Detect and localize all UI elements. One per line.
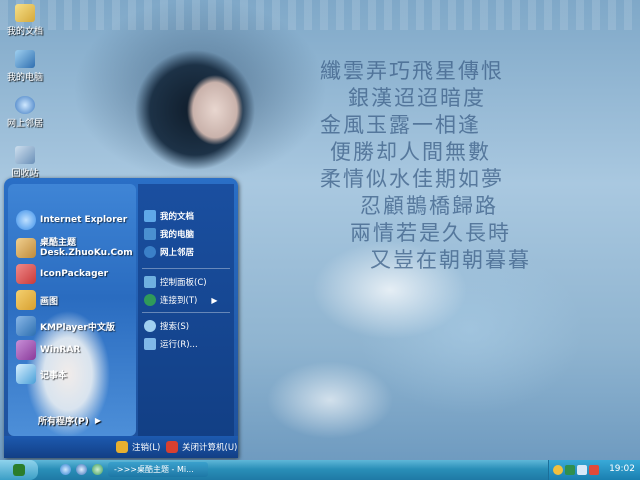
logoff-label: 注销(L) (132, 443, 161, 453)
all-programs-button[interactable]: 所有程序(P) ▶ (38, 414, 101, 427)
recycle-bin-icon (15, 146, 35, 164)
folder-documents-icon (15, 4, 35, 22)
network-places-icon (144, 246, 156, 258)
poem-line: 纖雲弄巧飛星傳恨 (320, 59, 504, 83)
place-label: 我的文档 (160, 212, 195, 222)
place-label: 运行(R)... (160, 340, 198, 350)
network-icon (15, 96, 35, 114)
security-icon[interactable] (589, 465, 599, 475)
program-kmplayer[interactable]: KMPlayer中文版 (16, 316, 115, 336)
kmplayer-icon (16, 316, 36, 336)
program-label: 桌酷主题 (40, 238, 77, 248)
program-label: KMPlayer中文版 (40, 322, 115, 333)
run-icon (144, 338, 156, 350)
iconpackager-icon (16, 264, 36, 284)
search-icon (144, 320, 156, 332)
place-label: 搜索(S) (160, 322, 190, 332)
internet-explorer-icon (16, 210, 36, 230)
desktop-icon-label: 我的文档 (6, 27, 43, 37)
program-label: Internet Explorer (40, 215, 128, 225)
poem-line: 兩情若是久長時 (350, 221, 511, 245)
start-button[interactable] (0, 460, 38, 480)
logoff-button[interactable]: 注销(L) (116, 441, 160, 453)
poem-line: 金風玉露一相逢 (320, 113, 481, 137)
place-label: 连接到(T) (160, 296, 198, 306)
place-control-panel[interactable]: 控制面板(C) (144, 276, 207, 288)
windows-logo-icon (13, 464, 25, 476)
place-connect-to[interactable]: 连接到(T) ▶ (144, 294, 217, 306)
program-notepad[interactable]: 记事本 (16, 364, 67, 384)
system-tray: 19:02 (548, 460, 640, 480)
place-label: 我的电脑 (160, 230, 195, 240)
poem-line: 柔情似水佳期如夢 (320, 167, 504, 191)
chevron-right-icon: ▶ (211, 295, 218, 305)
logoff-icon (116, 441, 128, 453)
program-label: 画图 (40, 296, 59, 307)
start-menu: Internet Explorer 桌酷主题 Desk.ZhuoKu.Com I… (4, 178, 238, 458)
poem-line: 又豈在朝朝暮暮 (370, 248, 531, 272)
power-icon (166, 441, 178, 453)
paint-icon (16, 290, 36, 310)
places-separator (142, 312, 230, 313)
clock[interactable]: 19:02 (609, 464, 635, 474)
place-search[interactable]: 搜索(S) (144, 320, 189, 332)
program-internet-explorer[interactable]: Internet Explorer (16, 210, 127, 230)
shutdown-label: 关闭计算机(U) (182, 443, 238, 453)
poem-line: 忍顧鵲橋歸路 (360, 194, 498, 218)
program-sublabel: Desk.ZhuoKu.Com (40, 248, 133, 258)
program-label: IconPackager (40, 269, 109, 279)
poem-line: 銀漢迢迢暗度 (348, 86, 486, 110)
notepad-icon (16, 364, 36, 384)
shutdown-button[interactable]: 关闭计算机(U) (166, 441, 237, 453)
start-menu-bottom-bar: 注销(L) 关闭计算机(U) (4, 436, 238, 458)
computer-icon (15, 50, 35, 68)
desktop-icon-my-documents[interactable]: 我的文档 (0, 4, 52, 37)
qq-icon[interactable] (553, 465, 563, 475)
places-separator (142, 268, 230, 269)
my-computer-icon (144, 228, 156, 240)
quicklaunch-desktop-icon[interactable] (92, 464, 103, 475)
program-label: WinRAR (40, 345, 81, 355)
my-documents-icon (144, 210, 156, 222)
zhuoku-theme-icon (16, 238, 36, 258)
volume-icon[interactable] (577, 465, 587, 475)
desktop-icon-my-computer[interactable]: 我的电脑 (0, 50, 52, 83)
winrar-icon (16, 340, 36, 360)
quicklaunch-media-icon[interactable] (76, 464, 87, 475)
wallpaper-pattern-band (0, 0, 640, 30)
place-my-documents[interactable]: 我的文档 (144, 210, 194, 222)
taskbar-window-label: ->>>桌酷主题 - Mi... (114, 465, 194, 474)
all-programs-label: 所有程序(P) (38, 417, 89, 427)
program-zhuoku-theme[interactable]: 桌酷主题 Desk.ZhuoKu.Com (16, 238, 133, 258)
poem-line: 便勝却人間無數 (330, 140, 491, 164)
program-iconpackager[interactable]: IconPackager (16, 264, 108, 284)
desktop-icon-label: 网上邻居 (6, 119, 43, 129)
network-tray-icon[interactable] (565, 465, 575, 475)
program-label: 记事本 (40, 370, 68, 381)
program-paint[interactable]: 画图 (16, 290, 58, 310)
taskbar: ->>>桌酷主题 - Mi... 19:02 (0, 460, 640, 480)
control-panel-icon (144, 276, 156, 288)
desktop-icon-label: 我的电脑 (6, 73, 43, 83)
wallpaper-portrait (120, 40, 270, 180)
start-menu-programs-pane: Internet Explorer 桌酷主题 Desk.ZhuoKu.Com I… (8, 184, 136, 436)
place-run[interactable]: 运行(R)... (144, 338, 198, 350)
place-network[interactable]: 网上邻居 (144, 246, 194, 258)
place-my-computer[interactable]: 我的电脑 (144, 228, 194, 240)
desktop-icon-network[interactable]: 网上邻居 (0, 96, 52, 129)
program-winrar[interactable]: WinRAR (16, 340, 80, 360)
desktop-icon-recycle-bin[interactable]: 回收站 (0, 146, 52, 179)
taskbar-window-button[interactable]: ->>>桌酷主题 - Mi... (108, 462, 208, 477)
wallpaper-poem: 纖雲弄巧飛星傳恨 銀漢迢迢暗度 金風玉露一相逢 便勝却人間無數 柔情似水佳期如夢… (320, 58, 620, 274)
connect-to-icon (144, 294, 156, 306)
place-label: 控制面板(C) (160, 278, 207, 288)
start-menu-places-pane: 我的文档 我的电脑 网上邻居 控制面板(C) 连接到(T) ▶ 搜索(S) 运行… (138, 184, 234, 436)
place-label: 网上邻居 (160, 248, 195, 258)
chevron-right-icon: ▶ (94, 416, 101, 425)
quicklaunch-ie-icon[interactable] (60, 464, 71, 475)
